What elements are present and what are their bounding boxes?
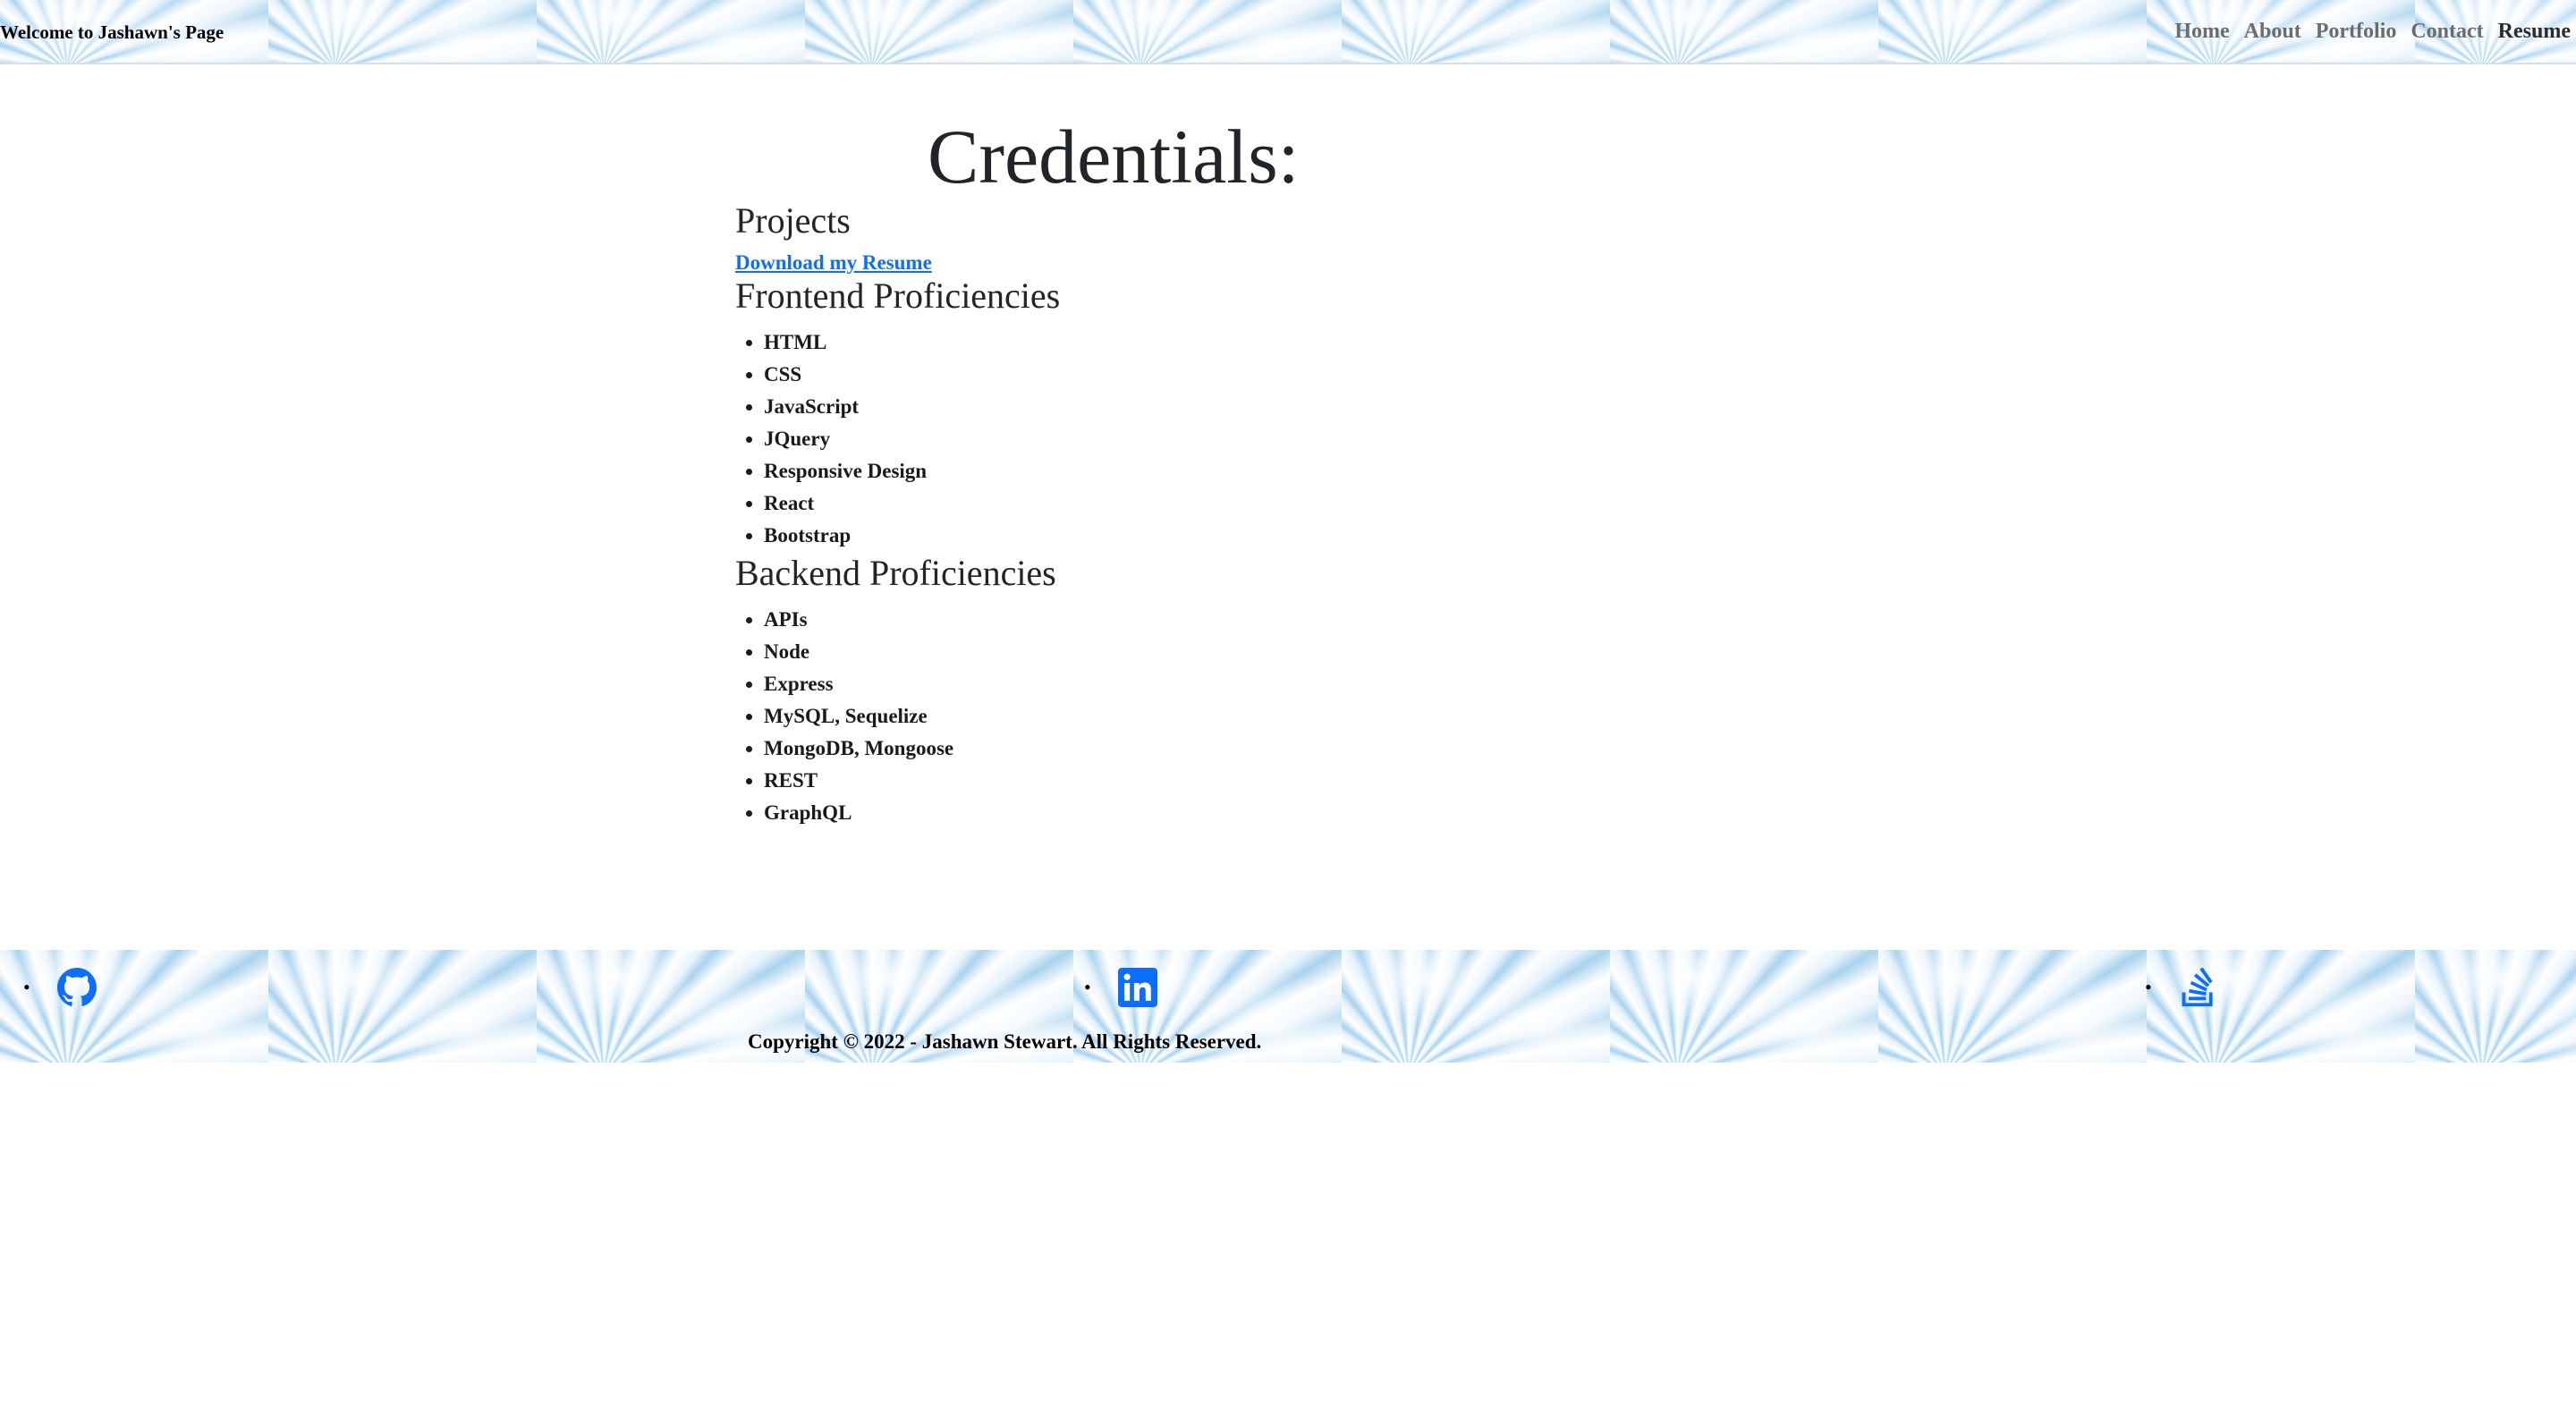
list-item: Node	[764, 636, 1844, 668]
credentials-section: Credentials: Projects Download my Resume…	[735, 64, 1844, 829]
github-icon	[56, 968, 97, 1006]
bullet: •	[2145, 976, 2152, 998]
list-item: JavaScript	[764, 391, 1844, 423]
list-item: MySQL, Sequelize	[764, 700, 1844, 733]
main-nav: Home About Portfolio Contact Resume	[2160, 20, 2571, 44]
backend-heading: Backend Proficiencies	[735, 552, 1056, 593]
list-item: REST	[764, 765, 1844, 797]
nav-home-link[interactable]: Home	[2174, 20, 2229, 44]
list-item: GraphQL	[764, 797, 1844, 829]
list-item: Express	[764, 668, 1844, 700]
list-item: APIs	[764, 604, 1844, 636]
stackoverflow-link[interactable]	[2179, 968, 2218, 1007]
list-item: JQuery	[764, 423, 1844, 455]
nav-resume-link[interactable]: Resume	[2498, 20, 2571, 44]
copyright-text: Copyright © 2022 - Jashawn Stewart. All …	[748, 1030, 1262, 1053]
page-title: Credentials:	[928, 114, 1300, 199]
list-item: Responsive Design	[764, 455, 1844, 487]
social-item-stackoverflow: •	[2145, 968, 2218, 1007]
list-item: CSS	[764, 359, 1844, 391]
frontend-skills-list: HTML CSS JavaScript JQuery Responsive De…	[735, 326, 1844, 552]
social-item-linkedin: •	[1084, 968, 1157, 1007]
bullet: •	[1084, 976, 1091, 998]
nav-contact-link[interactable]: Contact	[2411, 20, 2483, 44]
brand-title: Welcome to Jashawn's Page	[0, 21, 225, 43]
bullet: •	[23, 976, 30, 998]
projects-heading: Projects	[735, 199, 851, 241]
frontend-heading: Frontend Proficiencies	[735, 275, 1061, 316]
stackoverflow-icon	[2182, 968, 2213, 1007]
linkedin-icon	[1117, 968, 1157, 1007]
site-header: Welcome to Jashawn's Page Home About Por…	[0, 0, 2576, 64]
backend-skills-list: APIs Node Express MySQL, Sequelize Mongo…	[735, 604, 1844, 829]
nav-about-link[interactable]: About	[2244, 20, 2301, 44]
list-item: MongoDB, Mongoose	[764, 733, 1844, 765]
list-item: React	[764, 487, 1844, 520]
site-footer: • • • Copyright © 2022 - Jashawn Stewart…	[0, 950, 2576, 1063]
linkedin-link[interactable]	[1117, 968, 1157, 1007]
download-resume-link[interactable]: Download my Resume	[735, 251, 932, 275]
list-item: HTML	[764, 326, 1844, 359]
social-item-github: •	[23, 968, 97, 1007]
nav-portfolio-link[interactable]: Portfolio	[2316, 20, 2397, 44]
list-item: Bootstrap	[764, 520, 1844, 552]
github-link[interactable]	[56, 968, 97, 1007]
